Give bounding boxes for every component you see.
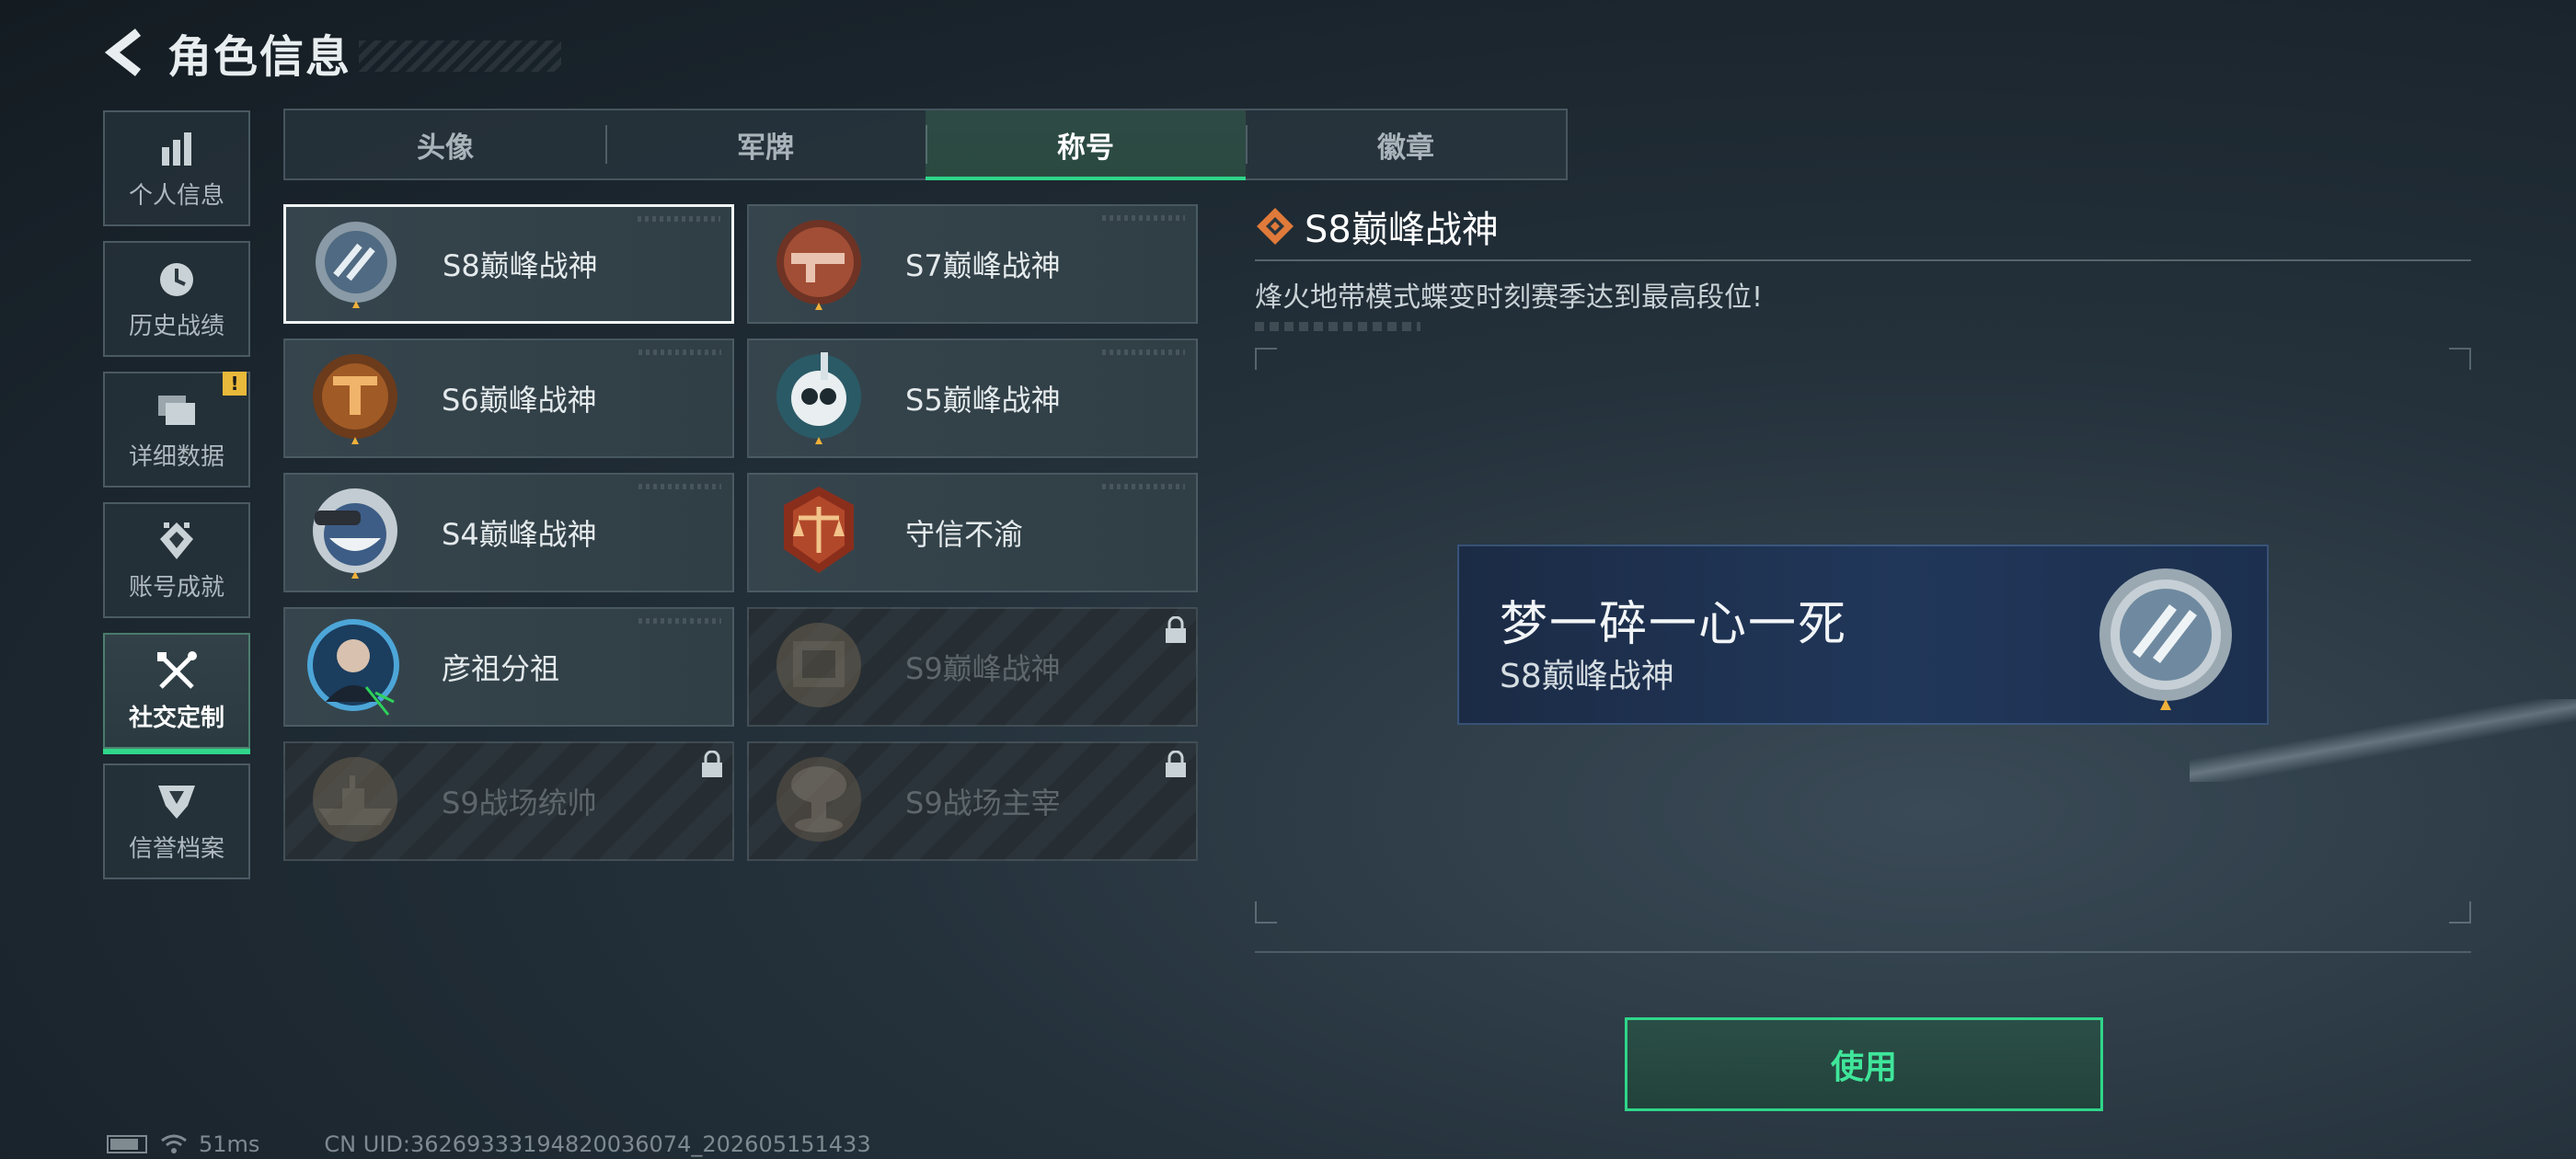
back-button[interactable] <box>99 27 151 78</box>
diamond-icon <box>1257 208 1294 245</box>
back-arrow-icon <box>104 29 142 76</box>
card-decoration <box>1102 484 1185 489</box>
title-name: S8巅峰战神 <box>443 248 598 283</box>
sidebar-item-label: 信誉档案 <box>128 834 224 863</box>
shield-badge-icon <box>155 780 199 824</box>
title-card-s7[interactable]: S7巅峰战神 <box>747 204 1198 324</box>
title-card-yanzu[interactable]: 彦祖分祖 <box>283 607 734 727</box>
uid-text: CN UID:3626933319482003607​4_20260515143… <box>324 1131 871 1157</box>
title-name: S9战场统帅 <box>442 786 597 820</box>
detail-description: 烽火地带模式蝶变时刻赛季达到最高段位! <box>1255 281 1764 314</box>
card-decoration <box>638 618 721 624</box>
sidebar-item-label: 历史战绩 <box>128 312 224 340</box>
tab-title[interactable]: 称号 <box>926 110 1246 180</box>
sidebar-item-label: 详细数据 <box>128 442 224 471</box>
card-decoration <box>1102 350 1185 355</box>
mushroom-cloud-emblem-icon <box>765 748 872 855</box>
sidebar-item-label: 账号成就 <box>128 573 224 602</box>
category-tabs: 头像 军牌 称号 徽章 <box>283 109 1568 180</box>
s9-emblem-icon <box>765 614 872 720</box>
page-title: 角色信息 <box>167 31 352 83</box>
title-card-s9-dominator-locked[interactable]: S9战场主宰 <box>747 741 1198 861</box>
use-button[interactable]: 使用 <box>1625 1017 2103 1111</box>
warning-badge: ! <box>223 372 247 396</box>
title-name: S4巅峰战神 <box>442 517 597 552</box>
title-card-s9-commander-locked[interactable]: S9战场统帅 <box>283 741 734 861</box>
title-card-s9-locked[interactable]: S9巅峰战神 <box>747 607 1198 727</box>
s6-emblem-icon <box>302 345 408 452</box>
title-name: S7巅峰战神 <box>905 248 1061 283</box>
sidebar-item-label: 社交定制 <box>128 704 224 732</box>
preview-title: S8巅峰战神 <box>1500 658 1674 695</box>
lock-icon <box>1163 750 1189 778</box>
card-decoration <box>638 350 721 355</box>
sidebar-item-profile[interactable]: 个人信息 <box>103 110 250 226</box>
s8-emblem-icon <box>2085 559 2247 721</box>
portrait-emblem-icon <box>302 614 408 720</box>
sidebar-item-label: 个人信息 <box>128 181 224 210</box>
sidebar-item-achievements[interactable]: 账号成就 <box>103 502 250 618</box>
title-preview-card: 梦一碎一心一死 S8巅峰战神 <box>1457 545 2269 725</box>
tab-avatar[interactable]: 头像 <box>285 110 605 178</box>
s4-emblem-icon <box>302 479 408 586</box>
title-grid: S8巅峰战神 S7巅峰战神 S6巅峰战神 S5巅峰战神 S4巅峰战神 守信不渝 … <box>283 204 1198 861</box>
divider <box>1255 259 2471 261</box>
lock-icon <box>1163 615 1189 644</box>
header: 角色信息 <box>99 24 562 83</box>
ping-text: 51ms <box>199 1131 260 1157</box>
tab-badge[interactable]: 徽章 <box>1246 110 1566 178</box>
status-bar: 51ms CN UID:3626933319482003607​4_202605… <box>107 1131 871 1157</box>
divider <box>1255 951 2471 953</box>
achievement-icon <box>155 519 199 563</box>
title-card-s8[interactable]: S8巅峰战神 <box>283 204 734 324</box>
s8-emblem-icon <box>303 211 409 317</box>
title-name: S9巅峰战神 <box>905 651 1061 686</box>
sidebar-item-social-customization[interactable]: 社交定制 <box>103 633 250 754</box>
title-card-s6[interactable]: S6巅峰战神 <box>283 339 734 458</box>
lock-icon <box>699 750 725 778</box>
card-decoration <box>638 484 721 489</box>
title-name: 守信不渝 <box>905 517 1024 552</box>
detail-title: S8巅峰战神 <box>1305 209 1499 251</box>
tools-icon <box>155 649 199 694</box>
title-card-s5[interactable]: S5巅峰战神 <box>747 339 1198 458</box>
ship-emblem-icon <box>302 748 408 855</box>
clock-icon <box>155 258 199 302</box>
scales-emblem-icon <box>765 479 872 586</box>
side-navigation: 个人信息 历史战绩 ! 详细数据 账号成就 社交定制 信誉档案 <box>103 110 250 894</box>
description-decoration <box>1255 322 1420 331</box>
title-decoration <box>359 40 562 72</box>
battery-icon <box>107 1135 147 1153</box>
sidebar-item-history[interactable]: 历史战绩 <box>103 241 250 357</box>
sidebar-item-reputation[interactable]: 信誉档案 <box>103 763 250 879</box>
card-decoration <box>638 216 720 222</box>
folder-icon <box>155 388 199 432</box>
detail-title-row: S8巅峰战神 <box>1255 204 2471 251</box>
bar-chart-icon <box>155 127 199 171</box>
title-detail: S8巅峰战神 烽火地带模式蝶变时刻赛季达到最高段位! <box>1255 204 2471 331</box>
title-name: S9战场主宰 <box>905 786 1061 820</box>
title-card-integrity[interactable]: 守信不渝 <box>747 473 1198 592</box>
s7-emblem-icon <box>765 211 872 317</box>
tab-dog-tag[interactable]: 军牌 <box>605 110 926 178</box>
title-name: S6巅峰战神 <box>442 383 597 418</box>
sidebar-item-details[interactable]: ! 详细数据 <box>103 372 250 488</box>
wifi-icon <box>161 1134 187 1153</box>
title-name: 彦祖分祖 <box>442 651 560 686</box>
s5-emblem-icon <box>765 345 872 452</box>
preview-player-name: 梦一碎一心一死 <box>1500 597 1848 652</box>
card-decoration <box>1102 215 1185 221</box>
title-name: S5巅峰战神 <box>905 383 1061 418</box>
title-card-s4[interactable]: S4巅峰战神 <box>283 473 734 592</box>
